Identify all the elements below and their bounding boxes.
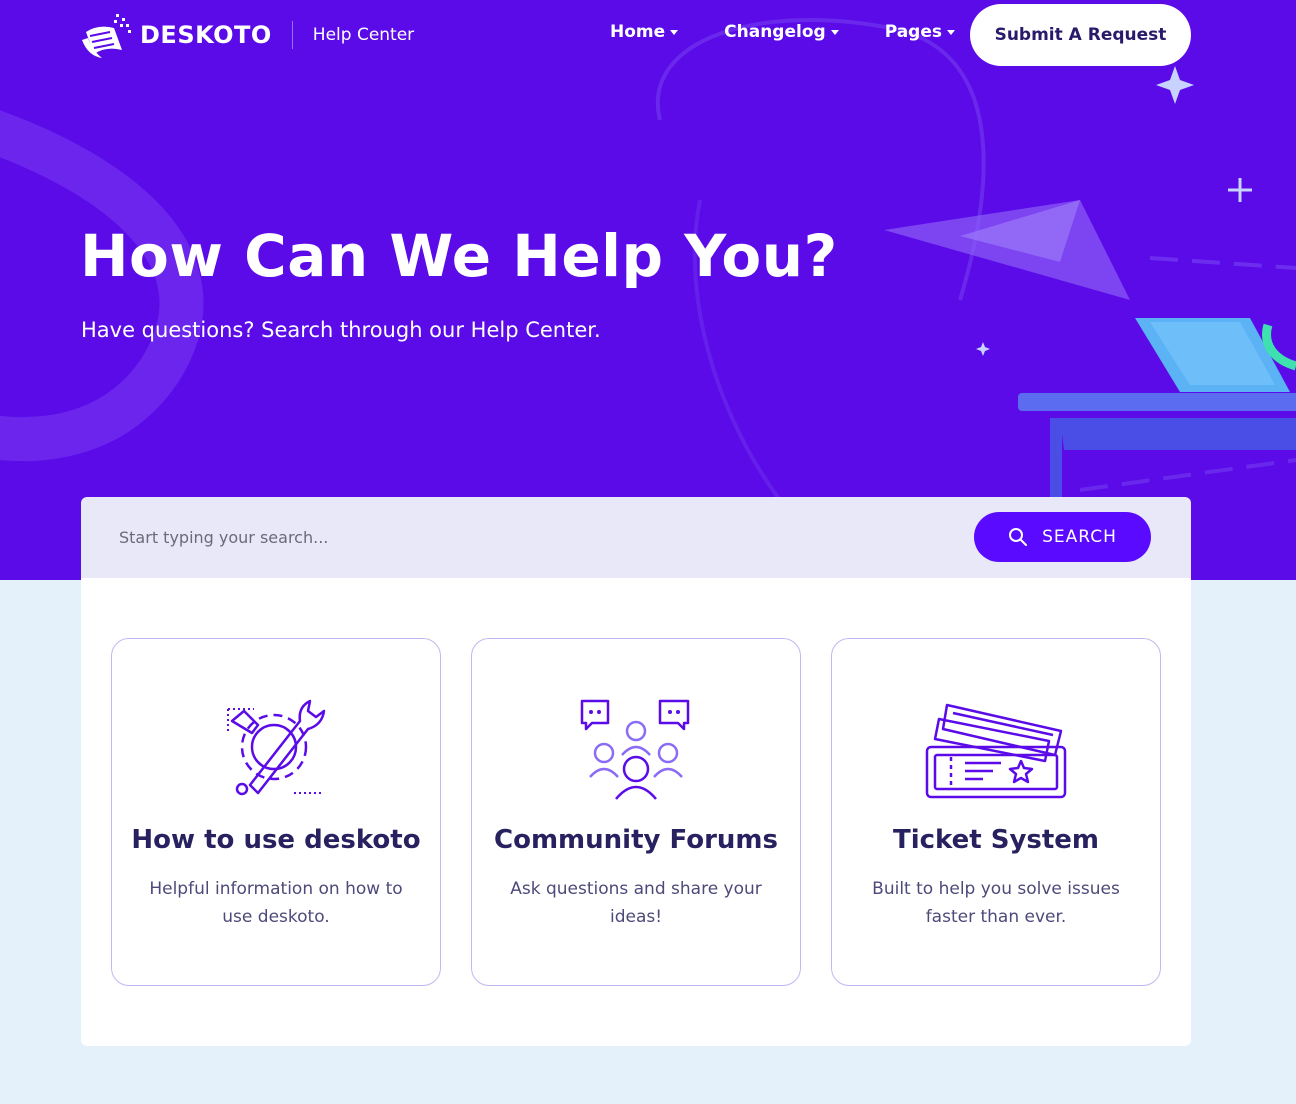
hero-subtitle: Have questions? Search through our Help … [81, 318, 601, 342]
help-topics-panel: How to use deskoto Helpful information o… [81, 578, 1191, 1046]
logo-divider [291, 21, 293, 49]
brand-subtitle: Help Center [312, 25, 415, 45]
nav-item-home[interactable]: Home [610, 22, 679, 42]
card-how-to-use[interactable]: How to use deskoto Helpful information o… [111, 638, 441, 986]
hero-decoration [0, 18, 1296, 508]
hero-title: How Can We Help You? [80, 222, 838, 290]
card-title: How to use deskoto [131, 825, 421, 855]
card-title: Ticket System [892, 825, 1100, 855]
caret-down-icon [830, 29, 839, 35]
nav-item-pages[interactable]: Pages [885, 22, 955, 42]
caret-down-icon [670, 29, 679, 35]
nav-item-label: Pages [884, 22, 942, 42]
search-input[interactable] [119, 517, 939, 557]
card-description: Helpful information on how to use deskot… [149, 879, 403, 927]
card-description: Ask questions and share your ideas! [510, 879, 762, 927]
community-people-icon [580, 699, 690, 800]
caret-down-icon [946, 29, 955, 35]
card-ticket-system[interactable]: Ticket System Built to help you solve is… [831, 638, 1161, 986]
submit-request-button[interactable]: Submit A Request [970, 4, 1191, 66]
hero-section: DESKOTO Help Center Home Changelog Pages… [0, 0, 1296, 580]
main-nav: Home Changelog Pages [610, 22, 955, 42]
ticket-icon [925, 703, 1067, 799]
search-icon [1009, 528, 1028, 546]
search-button-label: SEARCH [1042, 527, 1117, 547]
nav-item-changelog[interactable]: Changelog [724, 22, 839, 42]
card-description: Built to help you solve issues faster th… [872, 879, 1120, 927]
brand-logo[interactable]: DESKOTO Help Center [80, 12, 414, 58]
card-community-forums[interactable]: Community Forums Ask questions and share… [471, 638, 801, 986]
nav-item-label: Changelog [724, 22, 826, 42]
deskoto-logo-icon [82, 14, 131, 58]
card-title: Community Forums [494, 825, 778, 855]
search-button[interactable]: SEARCH [974, 512, 1151, 562]
wrench-gear-icon [227, 699, 326, 796]
brand-name: DESKOTO [140, 21, 272, 49]
search-bar: SEARCH [81, 497, 1191, 578]
nav-item-label: Home [610, 22, 666, 42]
